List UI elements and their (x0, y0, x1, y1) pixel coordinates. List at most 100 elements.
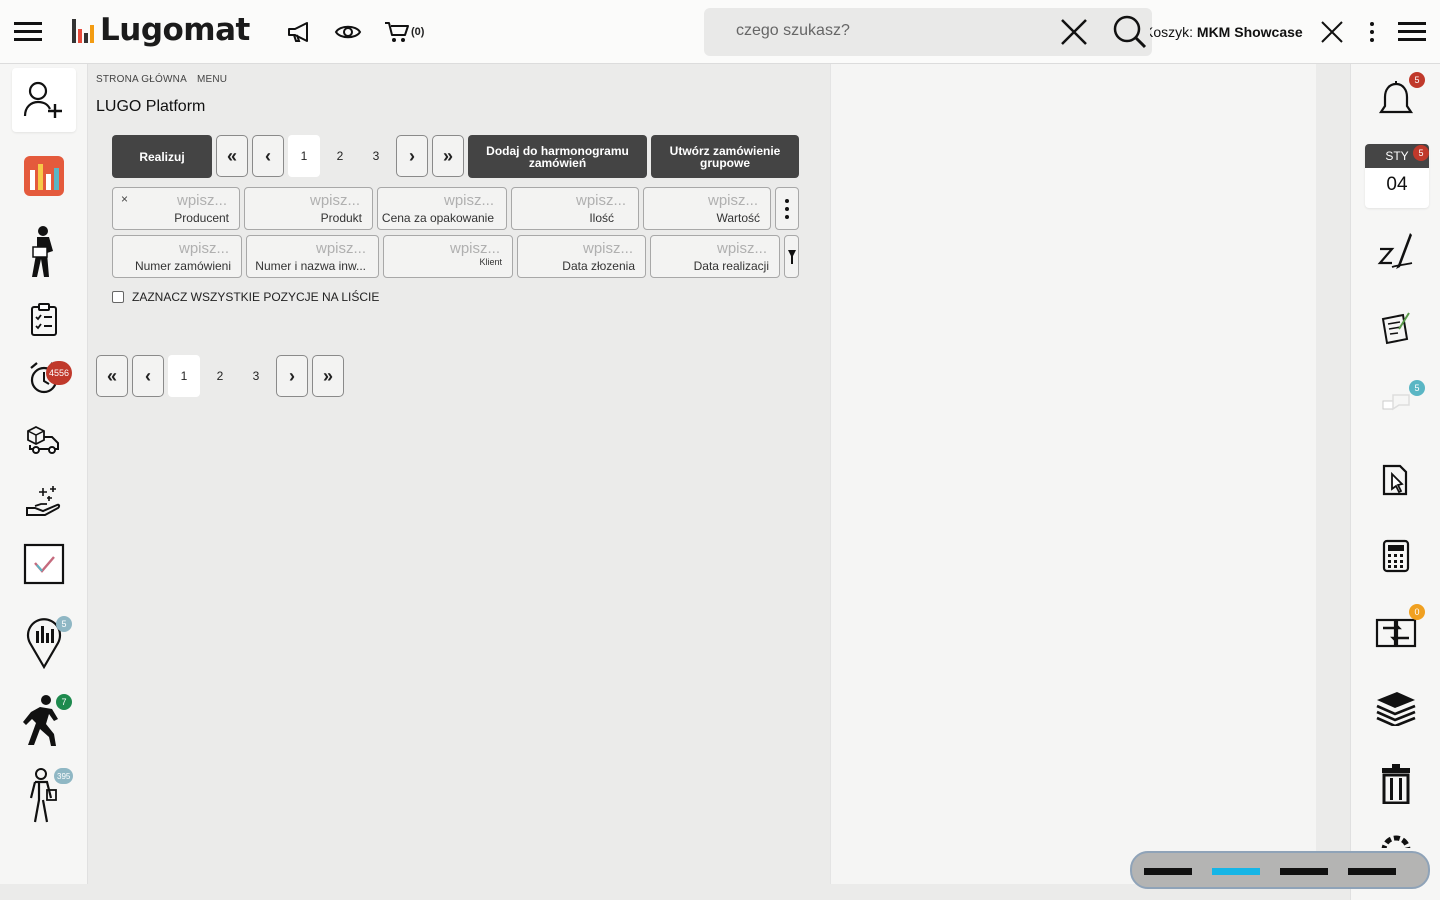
create-group-order-button[interactable]: Utwórz zamówienie grupowe (651, 135, 799, 178)
breadcrumb-menu[interactable]: MENU (197, 74, 227, 85)
page-3[interactable]: 3 (360, 135, 392, 177)
first-page-button[interactable]: « (216, 135, 248, 177)
dock-tab-4[interactable] (1348, 868, 1396, 875)
filter-value[interactable]: wpisz... Wartość (643, 187, 771, 230)
filter-quantity[interactable]: wpisz... Ilość (511, 187, 639, 230)
filter-producer[interactable]: × wpisz... Producent (112, 187, 240, 230)
page-1[interactable]: 1 (288, 135, 320, 177)
megaphone-icon[interactable] (286, 20, 314, 49)
activity-badge: 7 (56, 694, 72, 710)
sidebar-item-services[interactable] (12, 468, 76, 532)
sidebar-item-people[interactable]: 395 (12, 764, 76, 828)
search-input[interactable] (736, 22, 1046, 40)
gear-icon (1381, 835, 1411, 848)
eye-icon[interactable] (334, 21, 362, 48)
hand-sparkle-icon (26, 486, 61, 516)
sidebar-item-dashboard[interactable] (12, 144, 76, 208)
stack-icon (1376, 692, 1416, 726)
select-all-row[interactable]: ZAZNACZ WSZYSTKIE POZYCJE NA LIŚCIE (112, 290, 379, 304)
dashboard-chart-icon (24, 156, 64, 196)
page-2-bottom[interactable]: 2 (204, 355, 236, 397)
filter-order-number[interactable]: wpisz... Numer zamówieni (112, 235, 242, 278)
realize-button[interactable]: Realizuj (112, 135, 212, 178)
cart-icon (385, 22, 409, 42)
filter-product[interactable]: wpisz... Produkt (244, 187, 373, 230)
filter-submit-date[interactable]: wpisz... Data złozenia (517, 235, 646, 278)
filter-label: Cena za opakowanie (381, 211, 494, 225)
breadcrumb: STRONA GŁÓWNA MENU (96, 74, 237, 85)
notifications-button[interactable]: 5 (1363, 68, 1429, 132)
signature-button[interactable] (1363, 218, 1429, 282)
filter-client[interactable]: wpisz... Klient (383, 235, 513, 278)
page-2[interactable]: 2 (324, 135, 356, 177)
filter-options-button[interactable] (775, 187, 799, 230)
sidebar-item-add-user[interactable] (12, 68, 76, 132)
page-1-bottom[interactable]: 1 (168, 355, 200, 397)
hamburger-right-icon[interactable] (1398, 20, 1426, 47)
messages-badge: 5 (1409, 380, 1425, 396)
select-all-label: ZAZNACZ WSZYSTKIE POZYCJE NA LIŚCIE (132, 290, 380, 304)
prev-page-button-bottom[interactable]: ‹ (132, 355, 164, 397)
filter-label: Producent (174, 211, 229, 225)
calendar-day: 04 (1386, 174, 1408, 195)
active-cart[interactable]: Koszyk: MKM Showcase (1150, 24, 1306, 40)
first-page-button-bottom[interactable]: « (96, 355, 128, 397)
next-page-button[interactable]: › (396, 135, 428, 177)
search-icon[interactable] (1112, 14, 1148, 55)
clipboard-checklist-icon (31, 303, 57, 336)
filter-label: Numer zamówieni (134, 259, 231, 273)
close-cart-icon[interactable] (1320, 20, 1344, 49)
filter-realization-date[interactable]: wpisz... Data realizacji (650, 235, 780, 278)
stack-button[interactable] (1363, 676, 1429, 740)
calculator-icon (1382, 539, 1410, 573)
document-pointer-button[interactable] (1363, 448, 1429, 512)
sidebar-item-delivery[interactable] (12, 408, 76, 472)
document-edit-button[interactable] (1363, 296, 1429, 360)
worker-icon (32, 226, 53, 277)
page-3-bottom[interactable]: 3 (240, 355, 272, 397)
filter-investment[interactable]: wpisz... Numer i nazwa inw... (246, 235, 379, 278)
checkbox-icon (23, 543, 65, 585)
filter-funnel-button[interactable] (784, 235, 799, 278)
dock-tab-1[interactable] (1144, 868, 1192, 875)
logo-bars-icon (72, 19, 94, 43)
filter-placeholder: wpisz... (176, 192, 227, 209)
sidebar-item-worker[interactable] (12, 220, 76, 284)
filter-price[interactable]: wpisz... Cena za opakowanie (377, 187, 507, 230)
trash-button[interactable] (1363, 752, 1429, 816)
exchange-button[interactable]: 0 (1363, 600, 1429, 664)
window-switcher-dock (1130, 851, 1430, 889)
sidebar-item-alarm[interactable]: 4556 (12, 346, 76, 410)
filter-placeholder: wpisz... (575, 192, 626, 209)
cart-button[interactable]: (0) (384, 20, 424, 44)
filter-label: Produkt (320, 211, 362, 225)
clear-search-icon[interactable] (1060, 18, 1088, 51)
page-title: LUGO Platform (96, 98, 206, 115)
people-badge: 395 (54, 768, 74, 784)
last-page-button-bottom[interactable]: » (312, 355, 344, 397)
sidebar-item-activity[interactable]: 7 (12, 688, 76, 752)
calculator-button[interactable] (1363, 524, 1429, 588)
messages-button[interactable]: 5 (1363, 370, 1429, 434)
add-to-schedule-button[interactable]: Dodaj do harmonogramu zamówień (468, 135, 647, 178)
settings-button[interactable] (1363, 824, 1429, 848)
prev-page-button[interactable]: ‹ (252, 135, 284, 177)
sidebar-item-checklist[interactable] (12, 288, 76, 352)
dock-tab-3[interactable] (1280, 868, 1328, 875)
logo[interactable]: Lugomat (70, 12, 250, 48)
exchange-icon (1375, 618, 1417, 648)
filter-placeholder: wpisz... (716, 240, 767, 257)
menu-icon[interactable] (14, 20, 42, 47)
clear-filter-icon[interactable]: × (121, 192, 128, 206)
sidebar-item-tasks[interactable] (12, 532, 76, 596)
dock-tab-2[interactable] (1212, 868, 1260, 875)
more-vertical-icon[interactable] (1366, 20, 1378, 49)
breadcrumb-home[interactable]: STRONA GŁÓWNA (96, 74, 187, 85)
alarm-badge: 4556 (46, 361, 73, 385)
chat-bubbles-icon (1382, 394, 1410, 411)
sidebar-item-locations[interactable]: 5 (12, 610, 76, 674)
more-vertical-icon (785, 198, 789, 219)
last-page-button[interactable]: » (432, 135, 464, 177)
select-all-checkbox[interactable] (112, 291, 124, 303)
next-page-button-bottom[interactable]: › (276, 355, 308, 397)
